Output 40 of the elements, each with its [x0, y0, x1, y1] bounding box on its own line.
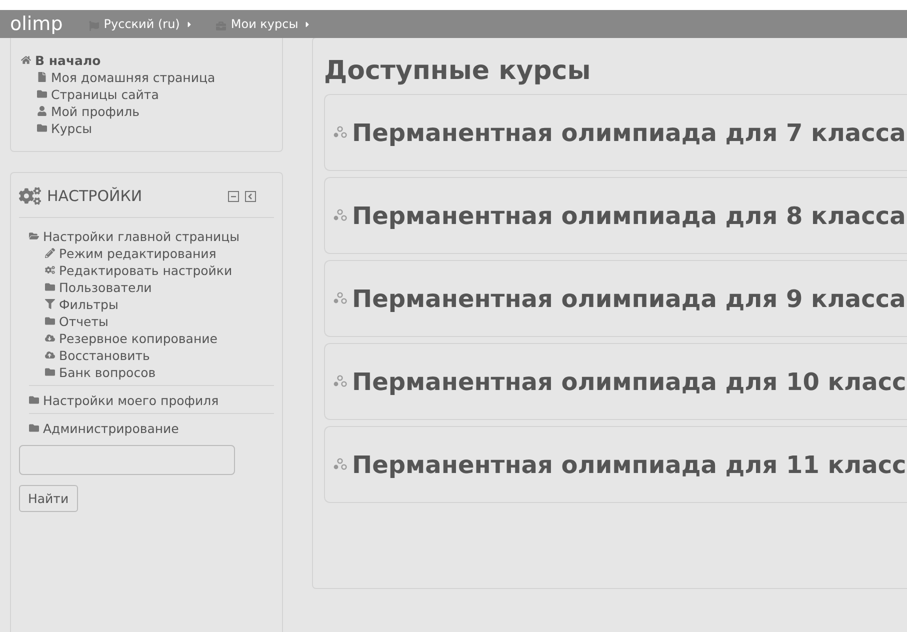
nav-link[interactable]: Редактировать настройки: [29, 262, 274, 279]
nav-link[interactable]: Мой профиль: [19, 103, 274, 120]
nav-link[interactable]: Курсы: [19, 120, 274, 137]
nav-link[interactable]: Фильтры: [29, 296, 274, 313]
course-link[interactable]: Перманентная олимпиада для 10 класс: [352, 368, 906, 396]
search-button[interactable]: Найти: [19, 485, 78, 512]
page-heading: Доступные курсы: [324, 56, 592, 86]
nav-link[interactable]: Отчеты: [29, 313, 274, 330]
page-icon: [37, 69, 47, 82]
nav-link[interactable]: Настройки главной страницы: [29, 228, 274, 245]
nav-link[interactable]: Резервное копирование: [29, 330, 274, 347]
nav-link[interactable]: В начало: [19, 52, 274, 69]
course-icon: [333, 458, 347, 472]
pencil-icon: [45, 245, 55, 258]
collapse-icon[interactable]: [228, 190, 239, 202]
nav-link[interactable]: Режим редактирования: [29, 245, 274, 262]
course-link[interactable]: Перманентная олимпиада для 7 класса: [352, 118, 906, 146]
dock-icon[interactable]: [245, 190, 256, 202]
course-icon: [333, 292, 347, 306]
block-title: НАСТРОЙКИ: [47, 187, 144, 205]
navbar-menu[interactable]: Мои курсы: [216, 17, 312, 31]
course-icon: [333, 126, 347, 140]
nav-link[interactable]: Пользователи: [29, 279, 274, 296]
site-brand[interactable]: olimp: [10, 13, 63, 35]
nav-link[interactable]: Администрирование: [29, 420, 274, 437]
gears-icon: [19, 185, 41, 207]
navbar-menu[interactable]: Русский (ru): [88, 17, 194, 31]
course-link[interactable]: Перманентная олимпиада для 8 класса: [352, 202, 906, 230]
nav-link[interactable]: Банк вопросов: [29, 364, 274, 381]
course-link[interactable]: Перманентная олимпиада для 9 класса: [352, 284, 906, 312]
user-icon: [37, 103, 47, 116]
filter-icon: [45, 296, 55, 309]
nav-link[interactable]: Страницы сайта: [19, 86, 274, 103]
course-icon: [333, 208, 347, 222]
course-icon: [333, 374, 347, 388]
nav-link[interactable]: Восстановить: [29, 347, 274, 364]
nav-link[interactable]: Настройки моего профиля: [29, 392, 274, 409]
course-link[interactable]: Перманентная олимпиада для 11 класс: [352, 450, 906, 478]
nav-link[interactable]: Моя домашняя страница: [19, 69, 274, 86]
search-field[interactable]: [19, 445, 235, 475]
